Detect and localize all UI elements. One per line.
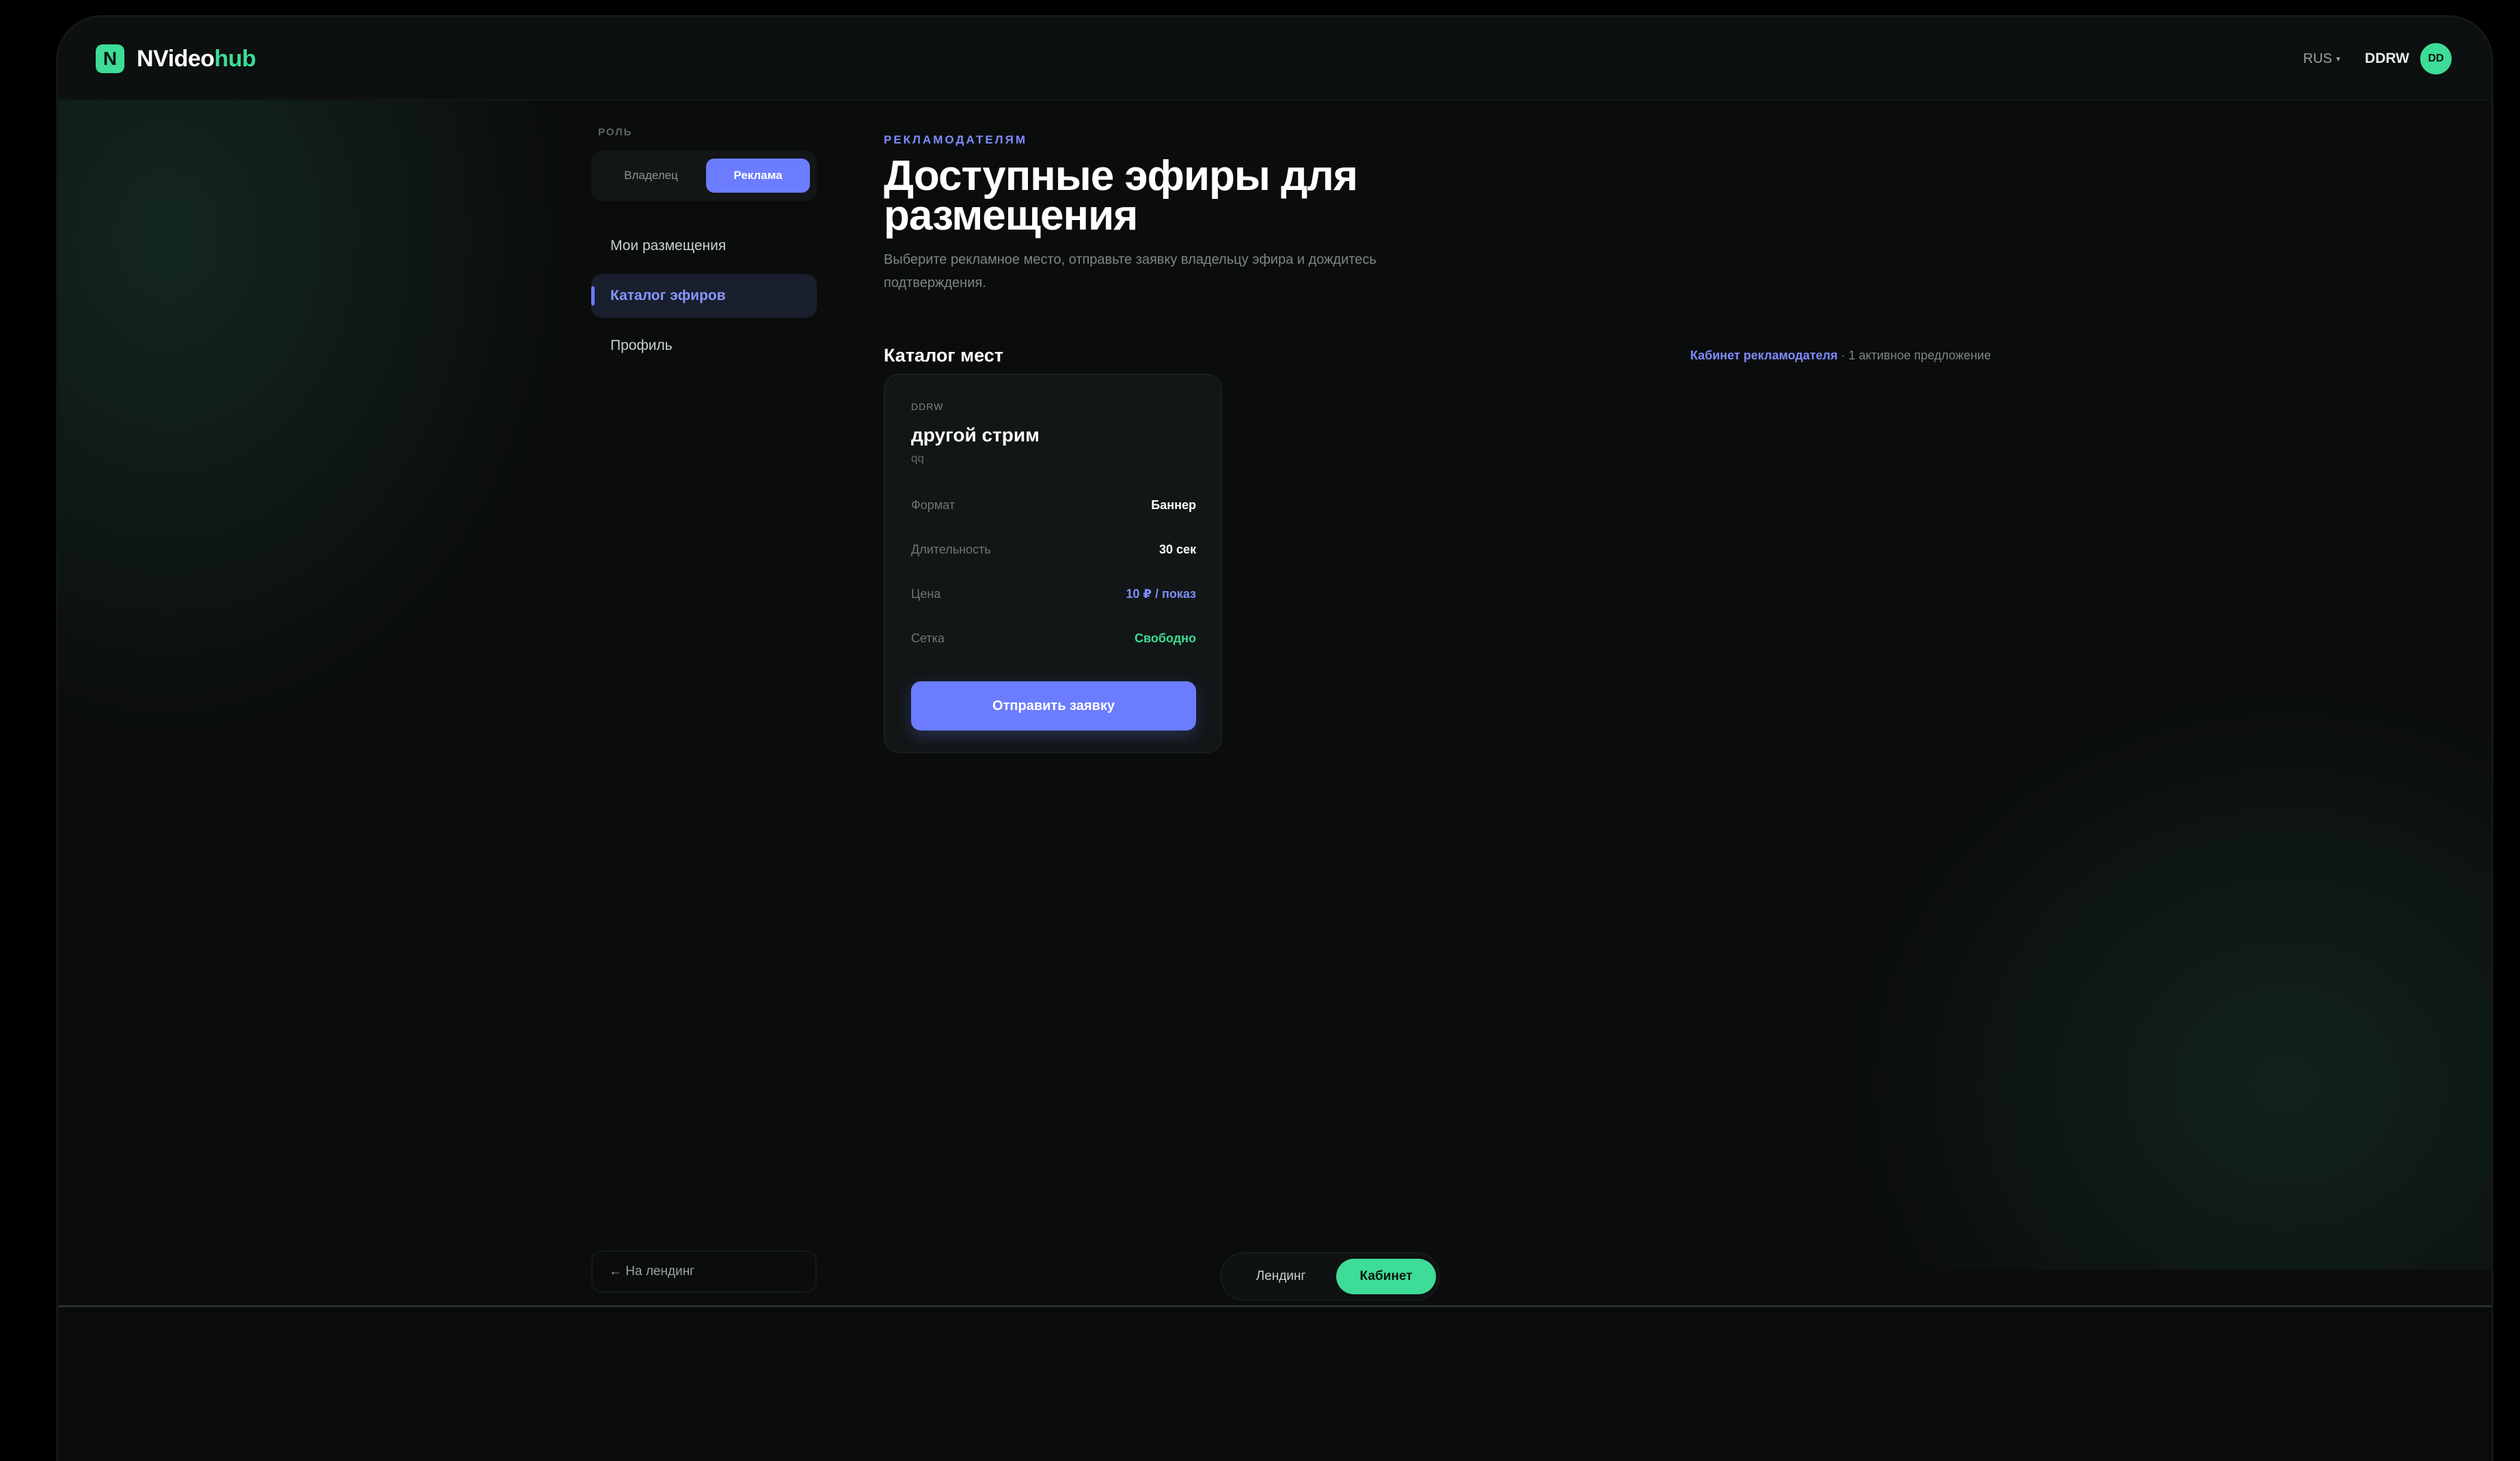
- role-owner-button[interactable]: Владелец: [598, 159, 704, 193]
- advertiser-cabinet-link[interactable]: Кабинет рекламодателя: [1690, 349, 1838, 362]
- sidebar-item-catalog[interactable]: Каталог эфиров: [591, 274, 817, 318]
- bottom-strip: [58, 1305, 2491, 1461]
- catalog-title: Каталог мест: [884, 345, 1003, 366]
- background-glow-left: [58, 99, 605, 782]
- sidebar: РОЛЬ Владелец Реклама Мои размещения Кат…: [591, 126, 817, 374]
- spec-value: Баннер: [1151, 498, 1196, 512]
- back-to-landing-link[interactable]: ← На лендинг: [591, 1251, 817, 1293]
- role-ads-button[interactable]: Реклама: [706, 159, 810, 193]
- spec-label: Длительность: [911, 543, 991, 556]
- role-switch: Владелец Реклама: [591, 150, 817, 201]
- main-header: РЕКЛАМОДАТЕЛЯМ Доступные эфиры для разме…: [884, 133, 1499, 295]
- card-owner: DDRW: [911, 401, 944, 412]
- placement-card: DDRW другой стрим qq Формат Баннер Длите…: [884, 374, 1222, 753]
- spec-value: Свободно: [1135, 631, 1196, 645]
- logo-icon: N: [96, 44, 124, 73]
- spec-label: Сетка: [911, 631, 945, 645]
- spec-row-schedule: Сетка Свободно: [911, 631, 1196, 646]
- user-name: DDRW: [2365, 51, 2409, 66]
- spec-label: Цена: [911, 587, 941, 601]
- page-title: Доступные эфиры для размещения: [884, 152, 1358, 239]
- sidebar-nav: Мои размещения Каталог эфиров Профиль: [591, 224, 817, 368]
- spec-value: 30 сек: [1159, 543, 1196, 556]
- page-subtitle: Выберите рекламное место, отправьте заяв…: [884, 252, 1377, 290]
- card-title: другой стрим: [911, 424, 1040, 446]
- user-menu[interactable]: DDRW DD: [2365, 43, 2452, 74]
- app-window: N NVideohub RUS ▾ DDRW DD РОЛЬ Владелец …: [58, 17, 2491, 1461]
- catalog-meta: Кабинет рекламодателя · 1 активное предл…: [1690, 349, 1991, 363]
- card-description: qq: [911, 452, 924, 465]
- role-label: РОЛЬ: [598, 126, 633, 138]
- catalog-header: Каталог мест Кабинет рекламодателя · 1 а…: [884, 345, 1991, 366]
- spec-label: Формат: [911, 498, 955, 512]
- chevron-down-icon: ▾: [2336, 54, 2341, 64]
- logo-text-primary: NVideo: [137, 45, 215, 72]
- top-right-controls: RUS ▾ DDRW DD: [2303, 43, 2452, 74]
- top-bar: N NVideohub RUS ▾ DDRW DD: [58, 17, 2491, 100]
- language-selector[interactable]: RUS ▾: [2303, 51, 2340, 67]
- section-eyebrow: РЕКЛАМОДАТЕЛЯМ: [884, 133, 1027, 146]
- logo-text: NVideohub: [137, 46, 256, 72]
- toggle-landing-button[interactable]: Лендинг: [1236, 1253, 1325, 1300]
- spec-value: 10 ₽ / показ: [1126, 587, 1196, 601]
- toggle-cabinet-button[interactable]: Кабинет: [1336, 1259, 1436, 1294]
- sidebar-item-profile[interactable]: Профиль: [591, 324, 817, 368]
- logo-text-accent: hub: [214, 45, 256, 72]
- send-request-button[interactable]: Отправить заявку: [911, 681, 1196, 730]
- spec-row-price: Цена 10 ₽ / показ: [911, 587, 1196, 601]
- spec-row-duration: Длительность 30 сек: [911, 543, 1196, 557]
- sidebar-item-my-placements[interactable]: Мои размещения: [591, 224, 817, 268]
- view-toggle: Лендинг Кабинет: [1220, 1252, 1440, 1301]
- background-glow-right: [1808, 655, 2491, 1270]
- avatar: DD: [2420, 43, 2452, 74]
- logo[interactable]: N NVideohub: [96, 44, 256, 73]
- active-offers-count: · 1 активное предложение: [1841, 349, 1991, 362]
- language-label: RUS: [2303, 51, 2333, 66]
- spec-row-format: Формат Баннер: [911, 498, 1196, 513]
